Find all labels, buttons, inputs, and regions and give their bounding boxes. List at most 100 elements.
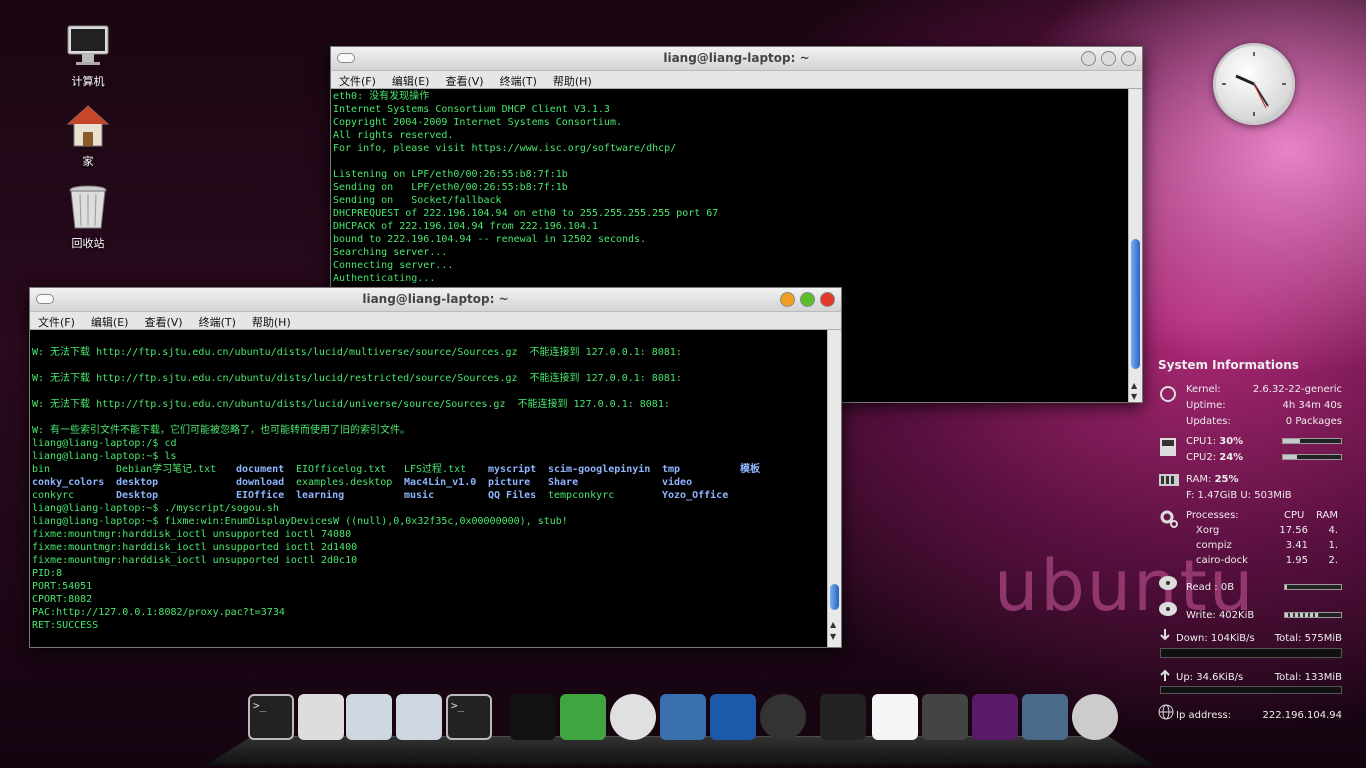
ls-entry: Share [548, 477, 579, 488]
minimize-button[interactable] [780, 292, 795, 307]
computer-icon [67, 25, 109, 65]
maximize-button[interactable] [1101, 51, 1116, 66]
desktop-computer[interactable]: 计算机 [50, 24, 126, 89]
read-bar [1284, 584, 1342, 590]
screenshot-icon[interactable] [298, 694, 344, 740]
scroll-thumb[interactable] [830, 584, 839, 610]
updates-value: 0 Packages [1285, 416, 1342, 427]
ls-entry: conkyrc [32, 490, 75, 501]
scroll-down-icon[interactable]: ▼ [1131, 392, 1137, 401]
terminal-line: eth0: 没有发现操作 [333, 91, 430, 102]
terminal-line: fixme:mountmgr:harddisk_ioctl unsupporte… [32, 529, 352, 540]
gimp-icon[interactable] [820, 694, 866, 740]
mail-icon[interactable] [560, 694, 606, 740]
desktop-home[interactable]: 家 [50, 104, 126, 169]
ls-entry: tmp [662, 464, 681, 475]
terminal-output[interactable]: W: 无法下载 http://ftp.sjtu.edu.cn/ubuntu/di… [30, 330, 841, 647]
menu-view[interactable]: 查看(V) [445, 73, 483, 88]
close-button[interactable] [820, 292, 835, 307]
terminal-window-front[interactable]: liang@liang-laptop: ~ 文件(F) 编辑(E) 查看(V) … [29, 287, 842, 648]
scroll-up-icon[interactable]: ▲ [1131, 381, 1137, 390]
window-title: liang@liang-laptop: ~ [663, 51, 810, 65]
ls-entry: music [404, 490, 435, 501]
cpu1-value: 30% [1219, 436, 1244, 447]
terminal-line: W: 无法下载 http://ftp.sjtu.edu.cn/ubuntu/di… [32, 347, 682, 358]
menu-edit[interactable]: 编辑(E) [91, 314, 129, 329]
desktop-trash[interactable]: 回收站 [50, 184, 126, 251]
menu-file[interactable]: 文件(F) [339, 73, 376, 88]
minimize-button[interactable] [1081, 51, 1096, 66]
terminal-icon[interactable]: >_ [446, 694, 492, 740]
terminal-line: For info, please visit https://www.isc.o… [333, 143, 677, 154]
proc-cpu: 3.41 [1285, 540, 1308, 551]
scroll-up-icon[interactable]: ▲ [830, 620, 836, 629]
power-icon[interactable] [1072, 694, 1118, 740]
ls-entry: myscript [488, 464, 537, 475]
gear-icon [1160, 510, 1178, 528]
ls-entry [740, 476, 780, 489]
menu-file[interactable]: 文件(F) [38, 314, 75, 329]
terminal-line: fixme:mountmgr:harddisk_ioctl unsupporte… [32, 542, 358, 553]
terminal-line: liang@liang-laptop:~$ fixme:win:EnumDisp… [32, 516, 568, 527]
menu-terminal[interactable]: 终端(T) [500, 73, 537, 88]
net-up-total: Total: 133MiB [1274, 672, 1342, 683]
terminal-line: liang@liang-laptop:~$ ls [32, 451, 177, 462]
chrome-icon[interactable] [610, 694, 656, 740]
cpu2-label: CPU2: 24% [1186, 452, 1244, 463]
ram-label: RAM: 25% [1186, 474, 1239, 485]
processes-ram-header: RAM [1316, 510, 1339, 521]
menu-edit[interactable]: 编辑(E) [392, 73, 430, 88]
ls-entry: tempconkyrc [548, 490, 615, 501]
menu-help[interactable]: 帮助(H) [553, 73, 592, 88]
title-bar[interactable]: liang@liang-laptop: ~ [30, 288, 841, 312]
kernel-label: Kernel: [1186, 384, 1221, 395]
net-down-total: Total: 575MiB [1274, 633, 1342, 644]
speaker-icon[interactable] [922, 694, 968, 740]
scrollbar[interactable]: ▲ ▼ [1128, 89, 1142, 402]
maximize-button[interactable] [800, 292, 815, 307]
ls-entry: conky_colors [32, 477, 105, 488]
desktop-icon-label: 回收站 [71, 237, 105, 250]
scrollbar[interactable]: ▲ ▼ [827, 330, 841, 647]
terminal-line: fixme:mountmgr:harddisk_ioctl unsupporte… [32, 555, 358, 566]
terminal-line: All rights reserved. [333, 130, 454, 141]
qq-icon[interactable] [510, 694, 556, 740]
aurora-icon[interactable] [710, 694, 756, 740]
menu-terminal[interactable]: 终端(T) [199, 314, 236, 329]
menu-bar: 文件(F) 编辑(E) 查看(V) 终端(T) 帮助(H) [331, 71, 1142, 89]
scroll-thumb[interactable] [1131, 239, 1140, 369]
workspace-icon[interactable] [972, 694, 1018, 740]
menu-help[interactable]: 帮助(H) [252, 314, 291, 329]
proc-ram: 2. [1328, 555, 1338, 566]
terminal-line: liang@liang-laptop:~$ ./myscript/sogou.s… [32, 503, 279, 514]
camera-icon[interactable] [760, 694, 806, 740]
virtualbox-icon[interactable] [660, 694, 706, 740]
cpu2-value: 24% [1219, 452, 1244, 463]
window-thumb-icon[interactable] [396, 694, 442, 740]
window-thumb-icon[interactable] [346, 694, 392, 740]
scroll-down-icon[interactable]: ▼ [830, 632, 836, 641]
terminal-line: PORT:54051 [32, 581, 93, 592]
ls-entry: EIOfficelog.txt [296, 464, 387, 475]
ls-entry: picture [488, 477, 531, 488]
clock-widget[interactable] [1213, 43, 1295, 125]
terminal-line: Sending on Socket/fallback [333, 195, 502, 206]
ls-entry: learning [296, 490, 345, 501]
ls-entry: bin [32, 464, 51, 475]
monitor-icon[interactable] [1022, 694, 1068, 740]
terminal-line: CPORT:8082 [32, 594, 93, 605]
proc-ram: 1. [1328, 540, 1338, 551]
terminal-line: Internet Systems Consortium DHCP Client … [333, 104, 610, 115]
net-up: Up: 34.6KiB/s [1176, 672, 1244, 683]
close-button[interactable] [1121, 51, 1136, 66]
uptime-label: Uptime: [1186, 400, 1226, 411]
title-bar[interactable]: liang@liang-laptop: ~ [331, 47, 1142, 71]
terminal-icon[interactable]: >_ [248, 694, 294, 740]
document-icon[interactable] [872, 694, 918, 740]
terminal-line: W: 无法下载 http://ftp.sjtu.edu.cn/ubuntu/di… [32, 399, 670, 410]
menu-view[interactable]: 查看(V) [144, 314, 182, 329]
ls-entry: Mac4Lin_v1.0 [404, 477, 477, 488]
terminal-line: bound to 222.196.104.94 -- renewal in 12… [333, 234, 647, 245]
